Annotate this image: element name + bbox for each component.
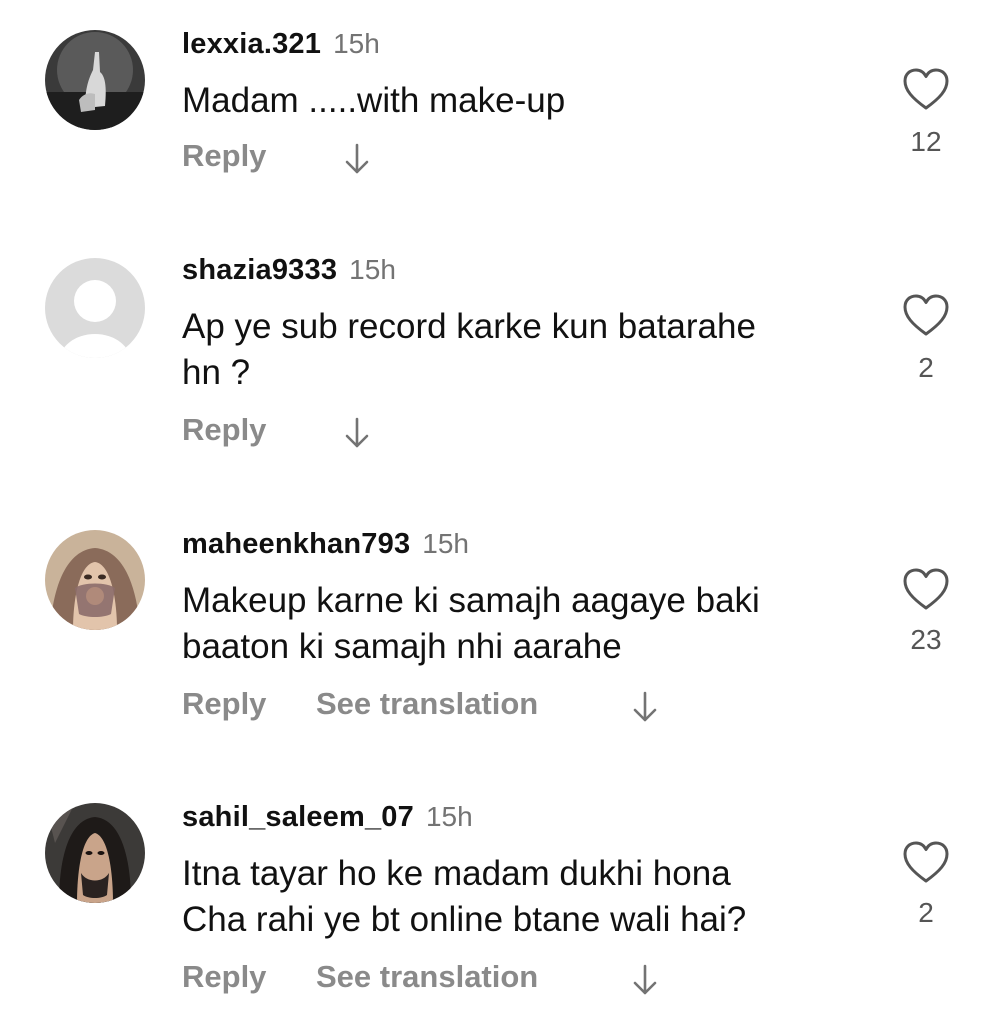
reply-button[interactable]: Reply: [182, 138, 266, 174]
like-count: 2: [918, 897, 934, 928]
comment-line: Ap ye sub record karke kun batarahe: [182, 307, 756, 346]
long-hair-man-avatar-icon: [45, 803, 145, 903]
arrow-down-icon[interactable]: [630, 963, 660, 997]
timestamp: 15h: [422, 528, 469, 559]
reply-button[interactable]: Reply: [182, 959, 266, 995]
comment-header: shazia9333 15h: [182, 254, 396, 286]
like-count: 12: [910, 126, 942, 157]
comment-header: sahil_saleem_07 15h: [182, 801, 473, 833]
timestamp: 15h: [349, 254, 396, 285]
comment-line: Makeup karne ki samajh aagaye baki: [182, 581, 760, 620]
see-translation-button[interactable]: See translation: [316, 686, 538, 722]
comment-line: Itna tayar ho ke madam dukhi hona: [182, 854, 731, 893]
reply-button[interactable]: Reply: [182, 686, 266, 722]
dark-photo-avatar-icon: [45, 30, 145, 130]
comment-header: maheenkhan793 15h: [182, 528, 469, 560]
comment-header: lexxia.321 15h: [182, 28, 380, 60]
username[interactable]: sahil_saleem_07: [182, 801, 414, 834]
arrow-down-icon[interactable]: [342, 416, 372, 450]
timestamp: 15h: [425, 801, 473, 832]
arrow-down-icon[interactable]: [630, 690, 660, 724]
default-user-avatar-icon: [45, 258, 145, 358]
username[interactable]: lexxia.321: [182, 28, 321, 61]
like-count: 2: [918, 352, 934, 383]
reply-button[interactable]: Reply: [182, 412, 266, 448]
heart-icon[interactable]: [902, 68, 950, 112]
arrow-down-icon[interactable]: [342, 142, 372, 176]
heart-icon[interactable]: [902, 568, 950, 612]
veiled-woman-avatar-icon: [45, 530, 145, 630]
comment-line: hn ?: [182, 353, 251, 392]
avatar[interactable]: [45, 803, 145, 903]
username[interactable]: maheenkhan793: [182, 528, 410, 561]
comment-text: Ap ye sub record karke kun batarahe hn ?: [182, 304, 862, 396]
comment-line: baaton ki samajh nhi aarahe: [182, 627, 622, 666]
username[interactable]: shazia9333: [182, 254, 337, 287]
comment-line: Madam .....with make-up: [182, 81, 566, 120]
heart-icon[interactable]: [902, 294, 950, 338]
timestamp: 15h: [333, 28, 380, 59]
avatar[interactable]: [45, 530, 145, 630]
like-count: 23: [910, 624, 942, 655]
comment-text: Makeup karne ki samajh aagaye baki baato…: [182, 578, 862, 670]
avatar[interactable]: [45, 258, 145, 358]
avatar[interactable]: [45, 30, 145, 130]
comment-text: Madam .....with make-up: [182, 78, 862, 124]
heart-icon[interactable]: [902, 841, 950, 885]
comment-text: Itna tayar ho ke madam dukhi hona Cha ra…: [182, 851, 862, 943]
comment-line: Cha rahi ye bt online btane wali hai?: [182, 900, 747, 939]
see-translation-button[interactable]: See translation: [316, 959, 538, 995]
